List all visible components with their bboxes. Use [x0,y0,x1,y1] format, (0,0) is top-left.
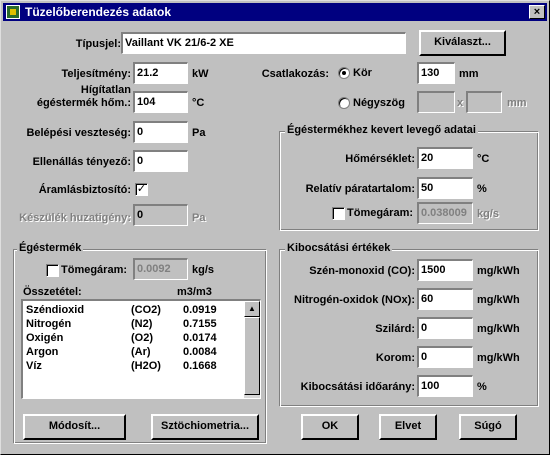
kor-unit: mm [459,68,479,80]
higitatlan-label-line2: égéstermék hőm.: [36,97,131,109]
idoarany-label: Kibocsátási időarány: [300,381,415,393]
list-scrollbar[interactable]: ▲ [244,301,260,398]
list-item[interactable]: Argon (Ar) 0.0084 [23,346,260,360]
tipusjel-label: Típusjel: [75,38,121,50]
teljesitmeny-unit: kW [192,68,209,80]
aramlas-checkbox[interactable]: ✓ [135,183,148,196]
list-item[interactable]: Oxigén (O2) 0.0174 [23,332,260,346]
component-formula: (CO2) [131,304,161,316]
egestermek-tomegaram-checkbox[interactable] [46,264,59,277]
component-value: 0.0919 [183,304,217,316]
component-name: Víz [26,360,42,372]
scroll-thumb[interactable] [244,317,260,395]
homerseklet-field[interactable]: 20 [417,147,473,169]
aramlas-label: Áramlásbiztosító: [38,184,131,196]
osszetetel-unit-header: m3/m3 [177,286,212,298]
component-value: 0.0084 [183,346,217,358]
szilard-field[interactable]: 0 [417,317,473,339]
dialog-window: Tüzelőberendezés adatok × Típusjel: Vail… [0,0,550,455]
close-button[interactable]: × [529,5,545,19]
korom-unit: mg/kWh [477,352,520,364]
list-item[interactable]: Széndioxid (CO2) 0.0919 [23,304,260,318]
negyszog-x-separator: x [457,97,464,109]
szilard-unit: mg/kWh [477,323,520,335]
component-value: 0.0174 [183,332,217,344]
csatlakozas-label: Csatlakozás: [261,68,329,80]
higitatlan-label-line1: Hígítatlan [80,84,131,96]
component-name: Széndioxid [26,304,85,316]
co-field[interactable]: 1500 [417,259,473,281]
component-formula: (O2) [131,332,153,344]
belepesi-label: Belépési veszteség: [26,127,131,139]
higitatlan-unit: °C [192,97,205,109]
ellenallas-field[interactable]: 0 [133,150,188,172]
keszulek-field[interactable]: 0 [133,204,188,226]
idoarany-unit: % [477,381,487,393]
kibocsatasi-group-title: Kibocsátási értékek [285,242,393,254]
higitatlan-field[interactable]: 104 [133,91,188,113]
title-bar[interactable]: Tüzelőberendezés adatok × [3,3,547,21]
paratartalom-field[interactable]: 50 [417,177,473,199]
nox-field[interactable]: 60 [417,288,473,310]
kivalaszt-button[interactable]: Kiválaszt... [419,30,506,56]
levego-tomegaram-unit: kg/s [477,208,500,220]
levego-group-title: Égéstermékhez kevert levegő adatai [285,124,478,136]
component-value: 0.1668 [183,360,217,372]
component-name: Oxigén [26,332,64,344]
negyszog-unit: mm [507,97,527,109]
sugo-button[interactable]: Súgó [459,414,517,440]
osszetetel-label: Összetétel: [23,286,82,298]
nox-unit: mg/kWh [477,294,520,306]
egestermek-group-title: Égéstermék [17,242,84,254]
negyszog-radio[interactable] [338,97,350,109]
kor-radio[interactable] [338,67,350,79]
teljesitmeny-field[interactable]: 21.2 [133,62,188,84]
levego-tomegaram-label: Tömegáram: [347,207,414,219]
ellenallas-label: Ellenállás tényező: [32,156,131,168]
list-item[interactable]: Nitrogén (N2) 0.7155 [23,318,260,332]
korom-label: Korom: [375,352,415,364]
negyszog-height-field[interactable] [466,91,502,113]
app-icon [6,5,20,19]
homerseklet-unit: °C [477,153,490,165]
tipusjel-field[interactable]: Vaillant VK 21/6-2 XE [121,32,406,54]
levego-tomegaram-field[interactable]: 0.038009 [417,202,473,224]
window-title: Tüzelőberendezés adatok [25,5,172,19]
component-value: 0.7155 [183,318,217,330]
component-name: Nitrogén [26,318,72,330]
levego-tomegaram-checkbox[interactable] [332,207,345,220]
list-item[interactable]: Víz (H2O) 0.1668 [23,360,260,374]
keszulek-unit: Pa [192,212,206,224]
kor-label: Kör [353,67,372,79]
belepesi-field[interactable]: 0 [133,121,188,143]
composition-list[interactable]: Széndioxid (CO2) 0.0919 Nitrogén (N2) 0.… [21,299,261,399]
component-formula: (H2O) [131,360,161,372]
co-label: Szén-monoxid (CO): [309,265,415,277]
elvet-button[interactable]: Elvet [379,414,437,440]
korom-field[interactable]: 0 [417,346,473,368]
belepesi-unit: Pa [192,127,206,139]
ok-button[interactable]: OK [301,414,359,440]
nox-label: Nitrogén-oxidok (NOx): [294,294,415,306]
component-formula: (N2) [131,318,153,330]
paratartalom-unit: % [477,183,487,195]
component-formula: (Ar) [131,346,151,358]
egestermek-tomegaram-label: Tömegáram: [61,264,128,276]
teljesitmeny-label: Teljesítmény: [61,68,132,80]
szilard-label: Szilárd: [375,323,415,335]
homerseklet-label: Hőmérséklet: [345,153,415,165]
co-unit: mg/kWh [477,265,520,277]
modosit-button[interactable]: Módosít... [23,414,126,440]
egestermek-tomegaram-field[interactable]: 0.0092 [133,258,188,280]
negyszog-label: Négyszög [353,97,405,109]
scroll-up-arrow-icon[interactable]: ▲ [244,301,260,317]
idoarany-field[interactable]: 100 [417,375,473,397]
component-name: Argon [26,346,59,358]
paratartalom-label: Relatív páratartalom: [305,183,415,195]
negyszog-width-field[interactable] [417,91,455,113]
kor-field[interactable]: 130 [417,62,455,84]
keszulek-label: Készülék huzatigény: [19,212,131,224]
egestermek-tomegaram-unit: kg/s [192,264,215,276]
sztochiometria-button[interactable]: Sztöchiometria... [151,414,259,440]
